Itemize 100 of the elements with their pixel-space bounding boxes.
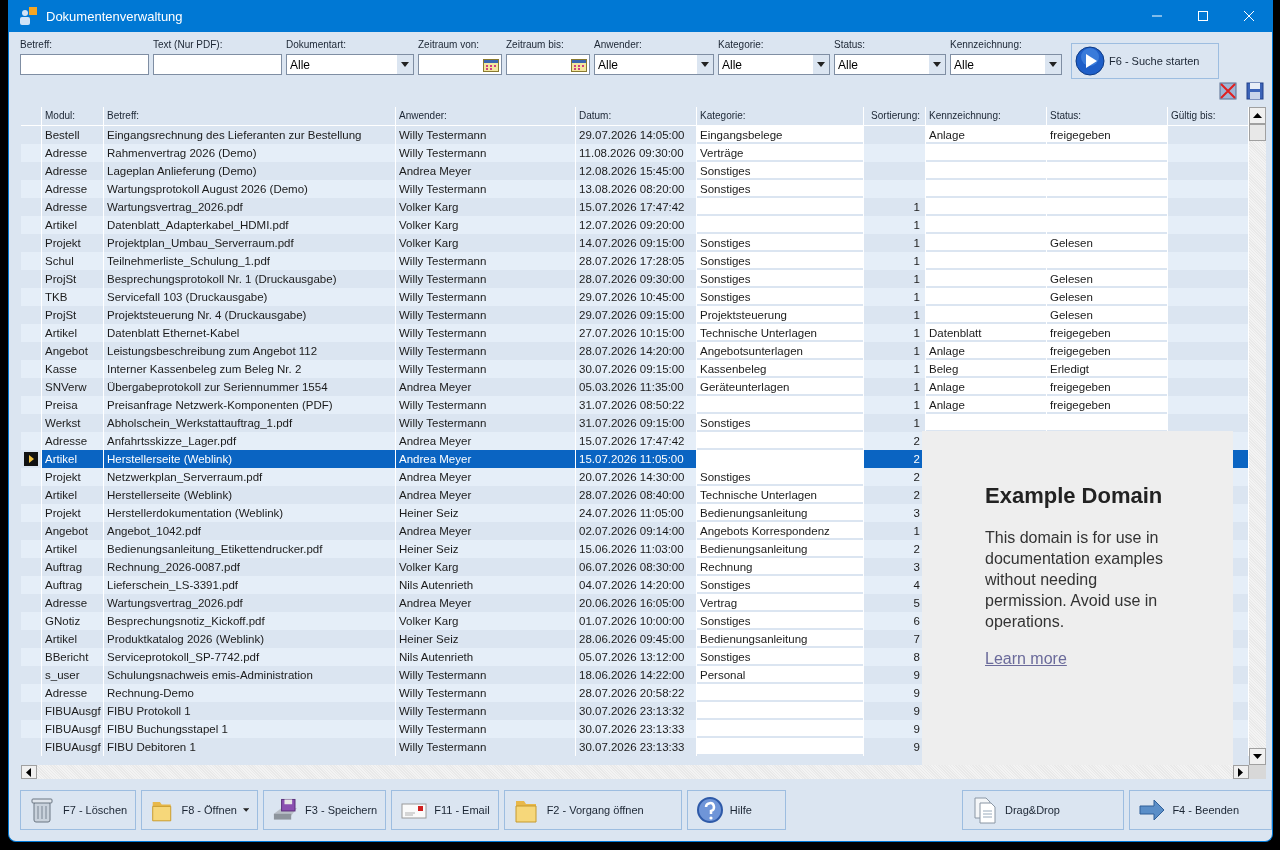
text-field[interactable]: [153, 54, 282, 75]
column-header[interactable]: Status:: [1047, 107, 1168, 125]
cross-icon: [1219, 82, 1237, 100]
table-cell: Angebotsunterlagen: [697, 342, 864, 360]
table-cell: 11.08.2026 09:30:00: [576, 144, 697, 162]
table-cell: 27.07.2026 10:15:00: [576, 324, 697, 342]
table-cell: [864, 144, 926, 162]
table-cell: 30.07.2026 23:13:33: [576, 720, 697, 738]
date-field[interactable]: [506, 54, 590, 75]
action-button[interactable]: Drag&Drop: [961, 790, 1125, 830]
table-cell: Nils Autenrieth: [396, 576, 576, 594]
save-button[interactable]: [1246, 82, 1264, 100]
table-cell: Gelesen: [1047, 288, 1168, 306]
table-cell: GNotiz: [42, 612, 104, 630]
action-button[interactable]: Hilfe: [686, 790, 786, 830]
action-button[interactable]: F3 - Speichern: [263, 790, 387, 830]
table-cell: 1: [864, 216, 926, 234]
table-cell: Teilnehmerliste_Schulung_1.pdf: [104, 252, 396, 270]
table-cell: 12.07.2026 09:20:00: [576, 216, 697, 234]
table-cell: Projekt: [42, 234, 104, 252]
dropdown-field[interactable]: Alle: [950, 54, 1062, 75]
table-cell: Anlage: [926, 378, 1047, 396]
scroll-right-button[interactable]: [1233, 765, 1249, 779]
table-cell: Sonstiges: [697, 252, 864, 270]
table-cell: Willy Testermann: [396, 684, 576, 702]
table-cell: Produktkatalog 2026 (Weblink): [104, 630, 396, 648]
table-cell: 1: [864, 324, 926, 342]
scroll-down-button[interactable]: [1249, 748, 1266, 765]
table-cell: Sonstiges: [697, 414, 864, 432]
column-header[interactable]: Datum:: [576, 107, 697, 125]
table-cell: Sonstiges: [697, 648, 864, 666]
table-cell: Adresse: [42, 198, 104, 216]
table-cell: Beleg: [926, 360, 1047, 378]
calendar-icon[interactable]: [571, 57, 587, 72]
dropdown-field[interactable]: Alle: [718, 54, 830, 75]
column-header[interactable]: Kategorie:: [697, 107, 864, 125]
action-button[interactable]: F8 - Öffnen: [141, 790, 259, 830]
table-cell: Willy Testermann: [396, 126, 576, 144]
table-cell: Sonstiges: [697, 468, 864, 486]
table-cell: Anlage: [926, 342, 1047, 360]
table-cell: Sonstiges: [697, 612, 864, 630]
column-header[interactable]: Modul:: [42, 107, 104, 125]
table-cell: Volker Karg: [396, 216, 576, 234]
dropdown-field[interactable]: Alle: [834, 54, 946, 75]
app-icon: [18, 6, 38, 26]
table-cell: Preisanfrage Netzwerk-Komponenten (PDF): [104, 396, 396, 414]
dropdown-field[interactable]: Alle: [286, 54, 414, 75]
table-cell: Andrea Meyer: [396, 378, 576, 396]
table-cell: Wartungsprotokoll August 2026 (Demo): [104, 180, 396, 198]
table-cell: Rechnung_2026-0087.pdf: [104, 558, 396, 576]
scrollbar-corner: [1249, 765, 1266, 779]
table-cell: Willy Testermann: [396, 396, 576, 414]
table-cell: Heiner Seiz: [396, 504, 576, 522]
close-icon: [1244, 11, 1254, 21]
table-cell: Artikel: [42, 216, 104, 234]
column-header[interactable]: Kennzeichnung:: [926, 107, 1047, 125]
text-field[interactable]: [20, 54, 149, 75]
table-cell: Anfahrtsskizze_Lager.pdf: [104, 432, 396, 450]
action-button[interactable]: F7 - Löschen: [20, 790, 137, 830]
column-header[interactable]: Anwender:: [396, 107, 576, 125]
dropdown-field[interactable]: Alle: [594, 54, 714, 75]
table-cell: Preisa: [42, 396, 104, 414]
table-cell: Technische Unterlagen: [697, 486, 864, 504]
action-button[interactable]: F11 - Email: [391, 790, 499, 830]
row-header[interactable]: [21, 450, 42, 468]
table-cell: Bedienungsanleitung: [697, 630, 864, 648]
table-cell: Datenblatt_Adapterkabel_HDMI.pdf: [104, 216, 396, 234]
table-cell: 13.08.2026 08:20:00: [576, 180, 697, 198]
table-cell: 30.07.2026 23:13:32: [576, 702, 697, 720]
scroll-up-button[interactable]: [1249, 107, 1266, 124]
table-cell: FIBU Buchungsstapel 1: [104, 720, 396, 738]
table-cell: 14.07.2026 09:15:00: [576, 234, 697, 252]
table-cell: Willy Testermann: [396, 252, 576, 270]
table-cell: Werkst: [42, 414, 104, 432]
table-cell: Willy Testermann: [396, 288, 576, 306]
dropdown-arrow-icon: [400, 61, 410, 68]
scroll-left-button[interactable]: [21, 765, 37, 779]
scroll-thumb[interactable]: [1249, 124, 1266, 141]
calendar-icon[interactable]: [483, 57, 499, 72]
table-cell: 28.06.2026 09:45:00: [576, 630, 697, 648]
table-cell: Willy Testermann: [396, 306, 576, 324]
table-cell: Vertrag: [697, 594, 864, 612]
dropdown-arrow-icon: [700, 61, 710, 68]
action-button[interactable]: F4 - Beenden: [1129, 790, 1272, 830]
field-label: Text (Nur PDF):: [153, 39, 223, 51]
column-header[interactable]: Gültig bis:: [1168, 107, 1249, 125]
learn-more-link[interactable]: Learn more: [985, 650, 1067, 667]
action-button[interactable]: F2 - Vorgang öffnen: [503, 790, 682, 830]
table-cell: Willy Testermann: [396, 324, 576, 342]
table-cell: 05.07.2026 13:12:00: [576, 648, 697, 666]
search-button[interactable]: F6 - Suche starten: [1071, 43, 1219, 79]
table-cell: Andrea Meyer: [396, 468, 576, 486]
column-header[interactable]: Betreff:: [104, 107, 396, 125]
clear-filter-button[interactable]: [1219, 82, 1237, 100]
table-cell: freigegeben: [1047, 342, 1168, 360]
table-cell: Wartungsvertrag_2026.pdf: [104, 594, 396, 612]
date-field[interactable]: [418, 54, 502, 75]
table-cell: 29.07.2026 14:05:00: [576, 126, 697, 144]
table-cell: TKB: [42, 288, 104, 306]
table-cell: Willy Testermann: [396, 738, 576, 756]
